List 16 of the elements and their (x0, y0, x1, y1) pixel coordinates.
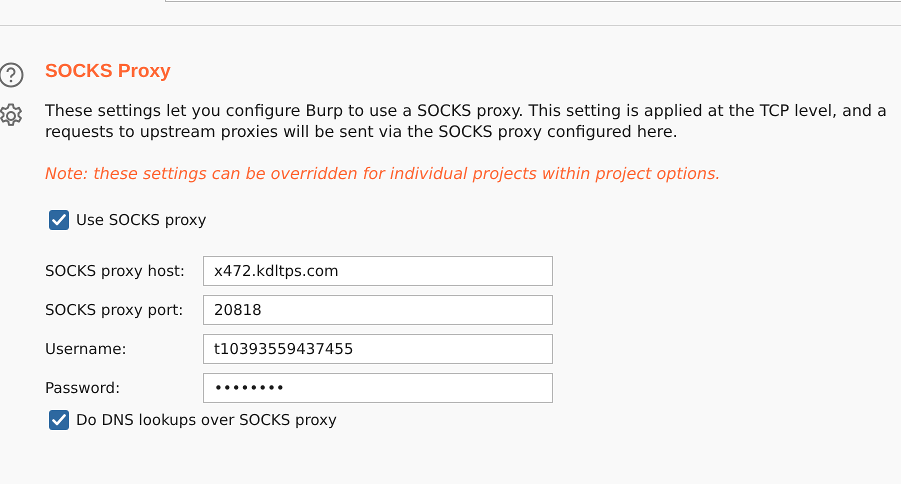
checkbox-label: Do DNS lookups over SOCKS proxy (76, 411, 337, 429)
checkbox[interactable] (49, 410, 69, 430)
checkbox-label: Use SOCKS proxy (76, 211, 207, 229)
field-label: Password: (45, 379, 122, 397)
help-icon[interactable] (0, 62, 24, 88)
input-field[interactable]: 20818 (203, 295, 553, 325)
input-field[interactable]: •••••••• (203, 373, 553, 403)
field-label: SOCKS proxy port: (45, 301, 184, 319)
note: Note: these settings can be overridden for individual projects within project options. (45, 164, 722, 184)
checkbox[interactable] (49, 210, 69, 230)
field-label: SOCKS proxy host: (45, 262, 186, 280)
field-label: Username: (45, 340, 128, 358)
section-title: SOCKS Proxy (45, 61, 172, 83)
description: These settings let you configure Burp to use a SOCKS proxy. This setting is applied at the TCP level, and a requests to upstream proxies will be sent via the SOCKS proxy configured here. (45, 100, 888, 142)
input-field[interactable]: t10393559437455 (203, 334, 553, 364)
input-field[interactable]: x472.kdltps.com (203, 256, 553, 286)
